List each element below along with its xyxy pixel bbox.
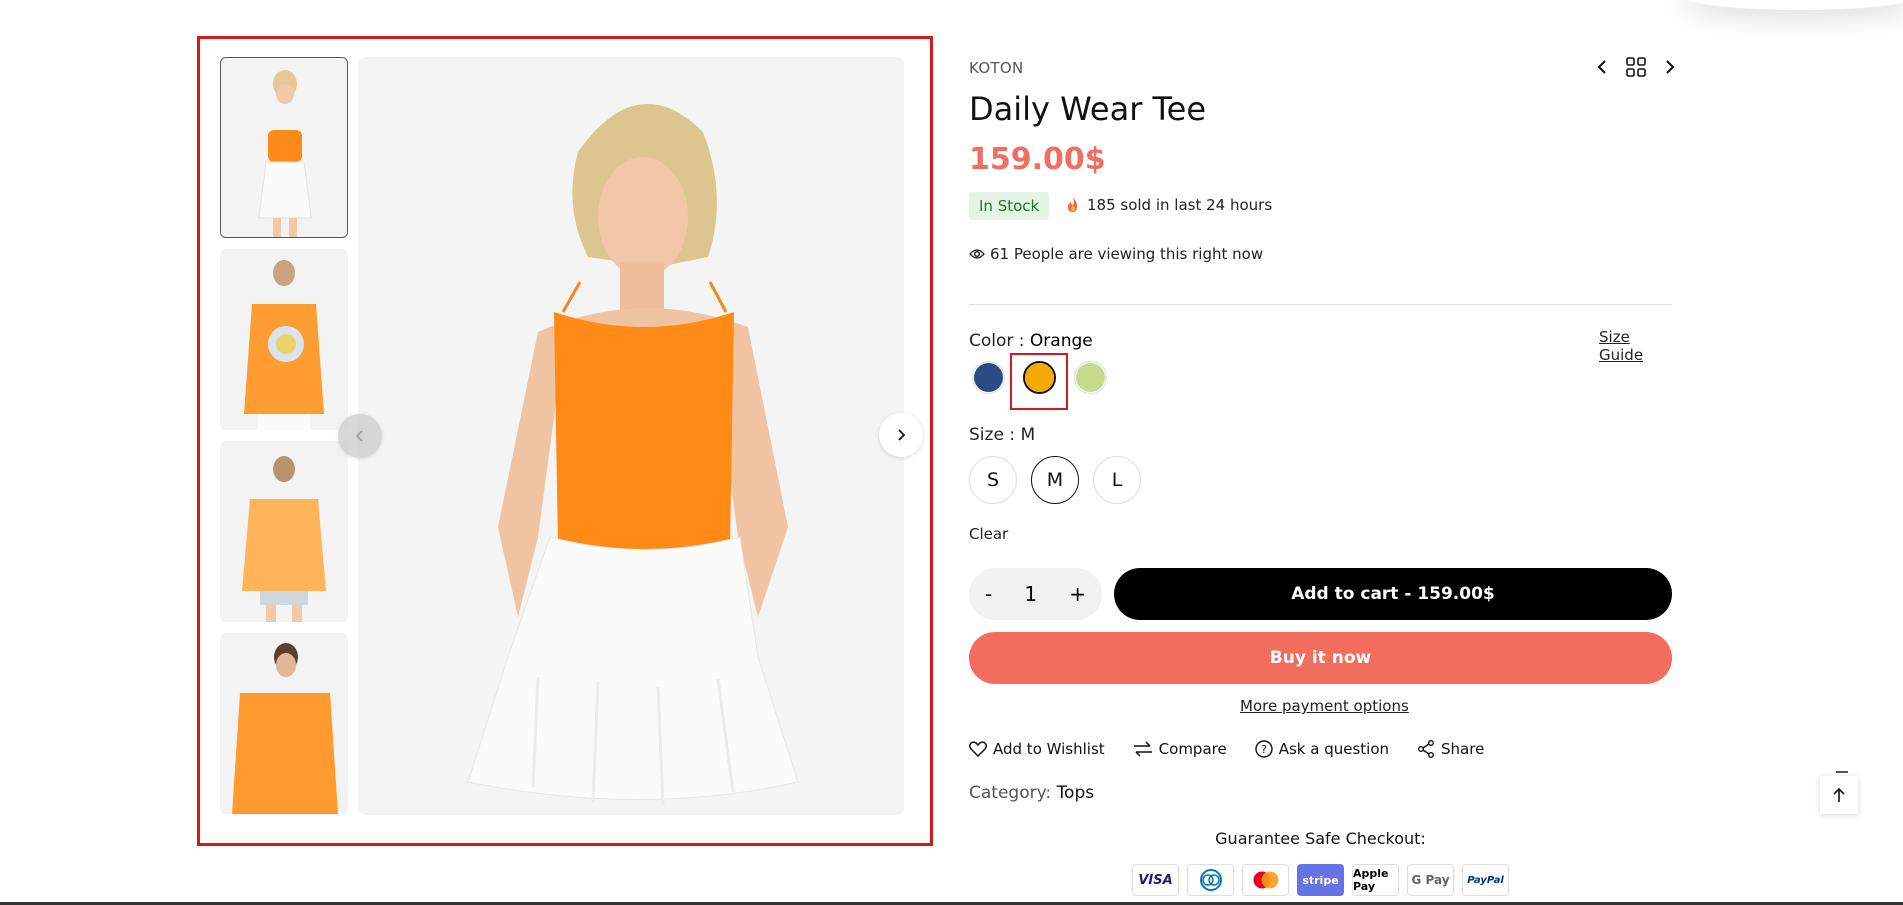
compare-label: Compare [1158, 740, 1227, 758]
google-pay-icon: G Pay [1407, 864, 1454, 896]
sold-text: 185 sold in last 24 hours [1087, 196, 1273, 214]
back-to-top-indicator [1836, 771, 1848, 773]
thumbnail-4[interactable] [220, 633, 348, 814]
paypal-icon: PayPal [1462, 864, 1509, 896]
share-button[interactable]: Share [1417, 740, 1484, 758]
grid-icon[interactable] [1625, 56, 1647, 78]
selected-color: Orange [1029, 331, 1093, 351]
size-option-m[interactable]: M [1031, 456, 1079, 504]
selected-size: M [1020, 425, 1036, 445]
mastercard-icon [1242, 864, 1289, 896]
question-icon: ? [1255, 740, 1273, 758]
product-category: Category: Tops [969, 783, 1094, 803]
main-product-image [358, 57, 904, 815]
quantity-increase-button[interactable]: + [1069, 582, 1086, 606]
gallery-prev-button[interactable] [338, 414, 382, 458]
chevron-left-icon[interactable] [1593, 58, 1611, 76]
add-to-cart-button[interactable]: Add to cart - 159.00$ [1114, 568, 1672, 620]
wishlist-label: Add to Wishlist [993, 740, 1105, 758]
payment-methods: VISA stripe Apple Pay G Pay PayPal [1132, 864, 1509, 896]
share-icon [1418, 740, 1435, 758]
compare-icon [1133, 741, 1152, 757]
thumbnail-1[interactable] [220, 57, 348, 238]
product-title: Daily Wear Tee [969, 90, 1207, 128]
compare-button[interactable]: Compare [1133, 740, 1227, 758]
heart-icon [969, 741, 987, 757]
size-label: Size : M [969, 425, 1035, 445]
clear-selection-link[interactable]: Clear [969, 525, 1008, 543]
arrow-up-icon [1833, 787, 1845, 802]
product-navigation [1593, 56, 1679, 78]
share-label: Share [1441, 740, 1485, 758]
size-options: S M L [969, 456, 1141, 504]
back-to-top-button[interactable] [1820, 776, 1858, 814]
quantity-stepper: - 1 + [969, 568, 1102, 620]
category-link[interactable]: Tops [1057, 783, 1095, 803]
more-payment-options-link[interactable]: More payment options [1240, 697, 1409, 715]
stripe-icon: stripe [1297, 864, 1344, 896]
size-guide-link[interactable]: Size Guide [1599, 328, 1672, 364]
fire-icon [1068, 197, 1077, 212]
quantity-decrease-button[interactable]: - [985, 582, 992, 606]
apple-pay-icon: Apple Pay [1352, 864, 1399, 896]
add-to-wishlist-button[interactable]: Add to Wishlist [969, 740, 1105, 758]
viewing-counter: 61 People are viewing this right now [969, 245, 1263, 263]
gallery-next-button[interactable] [879, 413, 923, 457]
stock-status-badge: In Stock [969, 192, 1050, 220]
ask-question-button[interactable]: ? Ask a question [1255, 740, 1389, 758]
thumbnail-3[interactable] [220, 441, 348, 622]
chevron-left-icon [355, 430, 363, 442]
size-option-s[interactable]: S [969, 456, 1017, 504]
product-actions: Add to Wishlist Compare ? Ask a question… [969, 740, 1484, 758]
category-label: Category: [969, 783, 1052, 803]
chevron-right-icon [898, 429, 906, 441]
visa-icon: VISA [1132, 864, 1179, 896]
ask-question-label: Ask a question [1278, 740, 1390, 758]
thumbnail-list [220, 57, 348, 825]
thumbnail-2[interactable] [220, 249, 348, 430]
diners-icon [1187, 864, 1234, 896]
quantity-input[interactable]: 1 [1024, 582, 1037, 606]
swatch-highlight-frame [1010, 353, 1068, 410]
guarantee-checkout-title: Guarantee Safe Checkout: [1215, 829, 1426, 848]
size-option-l[interactable]: L [1093, 456, 1141, 504]
color-label: Color : Orange [969, 331, 1093, 351]
product-price: 159.00$ [969, 142, 1106, 177]
color-swatch-light-green[interactable] [1074, 361, 1107, 394]
eye-icon [969, 249, 985, 259]
corner-shadow [1680, 0, 1903, 10]
viewing-text: 61 People are viewing this right now [990, 245, 1264, 263]
svg-text:?: ? [1261, 743, 1267, 756]
divider [969, 304, 1672, 305]
chevron-right-icon[interactable] [1661, 58, 1679, 76]
sold-counter: 185 sold in last 24 hours [1065, 196, 1272, 214]
color-swatch-navy[interactable] [972, 361, 1005, 394]
size-label-text: Size : [969, 425, 1016, 445]
color-label-text: Color : [969, 331, 1025, 351]
buy-now-button[interactable]: Buy it now [969, 632, 1672, 684]
product-brand[interactable]: KOTON [969, 59, 1024, 77]
